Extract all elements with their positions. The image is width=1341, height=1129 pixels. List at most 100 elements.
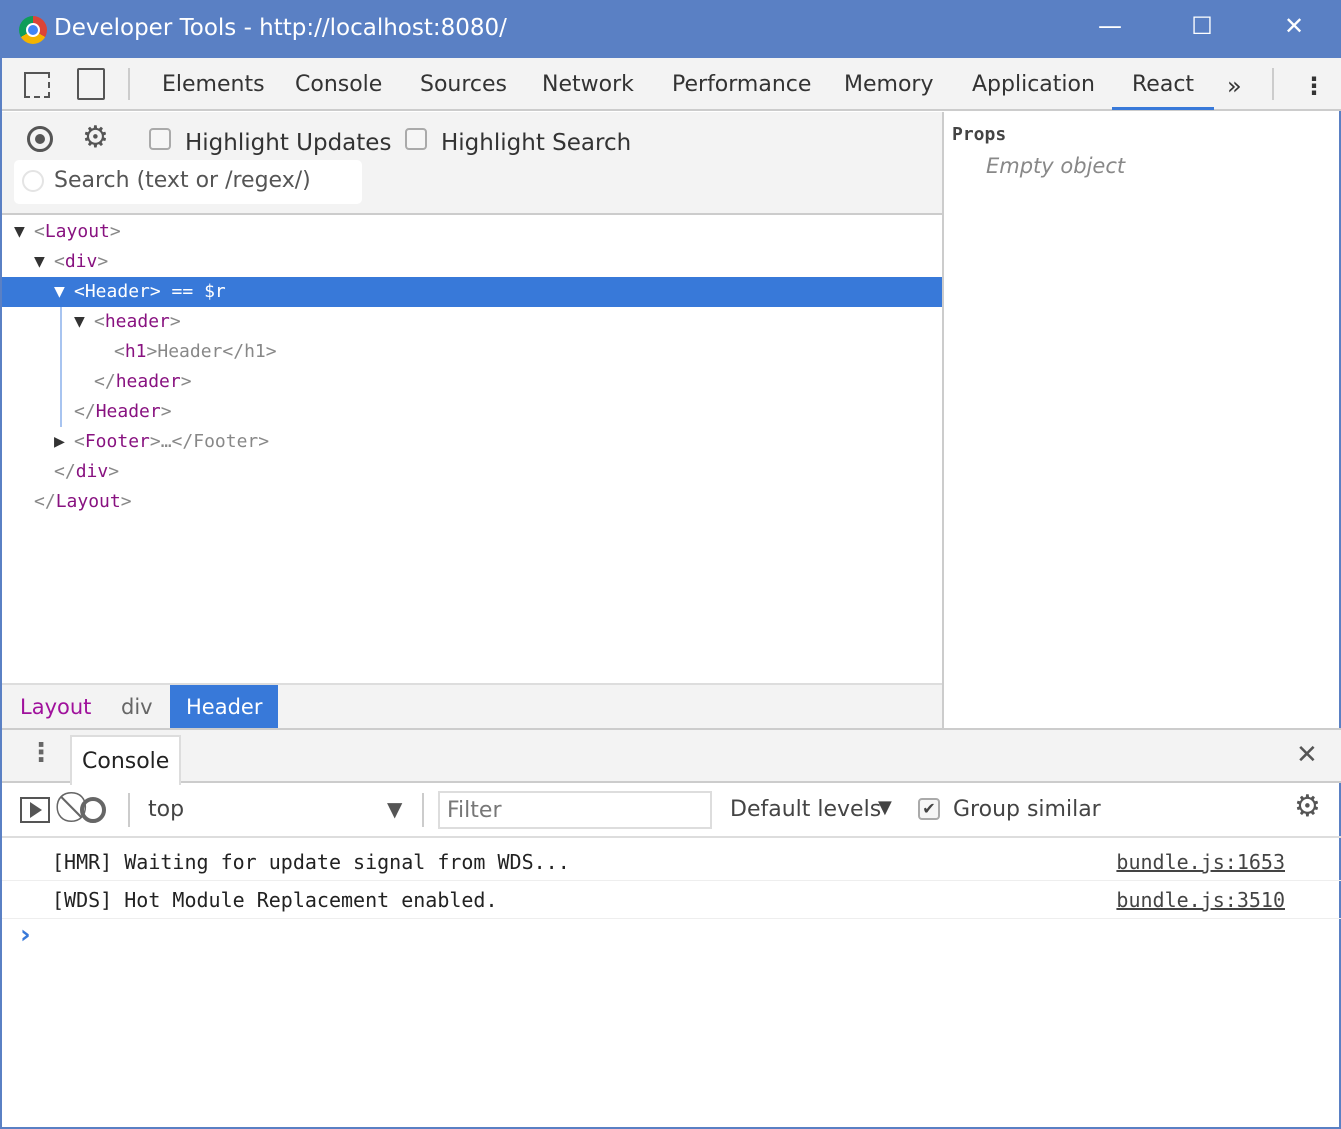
- tree-node-close: >: [146, 341, 158, 362]
- tab-performance[interactable]: Performance: [672, 72, 811, 97]
- window-title: Developer Tools - http://localhost:8080/: [54, 15, 507, 41]
- expand-arrow-icon[interactable]: ▼: [34, 247, 54, 277]
- console-prompt[interactable]: ›: [20, 920, 31, 950]
- component-search-input[interactable]: Search (text or /regex/): [14, 160, 362, 204]
- highlight-search-checkbox[interactable]: [405, 128, 427, 150]
- close-drawer-icon[interactable]: ✕: [1296, 740, 1318, 770]
- breadcrumb: Layout div Header: [2, 683, 942, 730]
- tree-node[interactable]: ▶ <Footer>…</Footer>: [2, 427, 942, 457]
- more-tabs-icon[interactable]: »: [1227, 72, 1242, 100]
- tree-node[interactable]: ▼ <Layout>: [2, 217, 942, 247]
- highlight-updates-label: Highlight Updates: [185, 130, 392, 156]
- tree-node-close: >: [109, 221, 121, 242]
- breadcrumb-layout[interactable]: Layout: [4, 685, 107, 730]
- tree-node-rest: == $r: [160, 281, 226, 302]
- settings-gear-icon[interactable]: ⚙: [82, 120, 109, 155]
- tab-react[interactable]: React: [1112, 72, 1215, 110]
- tree-node-tag: Header: [95, 401, 161, 422]
- tab-application[interactable]: Application: [972, 72, 1095, 97]
- title-bar: Developer Tools - http://localhost:8080/…: [2, 0, 1341, 58]
- props-title: Props: [952, 124, 1007, 145]
- tab-sources[interactable]: Sources: [420, 72, 507, 97]
- tree-node-tag: div: [75, 461, 109, 482]
- tree-node-tag: div: [64, 251, 98, 272]
- message-source-link[interactable]: bundle.js:3510: [1116, 881, 1285, 919]
- tree-node[interactable]: </Layout>: [2, 487, 942, 517]
- context-select[interactable]: top: [148, 797, 184, 822]
- group-similar-label: Group similar: [953, 797, 1101, 822]
- tree-node-close: >: [149, 431, 161, 452]
- group-similar-checkbox[interactable]: ✔: [918, 798, 940, 820]
- tree-node-tag: header: [115, 371, 181, 392]
- search-icon: [22, 170, 44, 192]
- tree-node-open: <: [74, 431, 85, 452]
- tree-node-tag: Footer: [84, 431, 150, 452]
- tree-node-close: >: [149, 281, 161, 302]
- tree-node-rest: …</Footer>: [160, 431, 270, 452]
- drawer-tab-console[interactable]: Console: [70, 735, 182, 785]
- props-empty: Empty object: [986, 154, 1126, 178]
- inspect-element-icon[interactable]: [24, 72, 50, 98]
- tree-node-tag: Layout: [44, 221, 110, 242]
- tree-node[interactable]: ▼ <header>: [2, 307, 942, 337]
- console-settings-gear-icon[interactable]: ⚙: [1294, 789, 1321, 824]
- search-placeholder: Search (text or /regex/): [54, 168, 311, 193]
- devtools-tab-bar: Elements Console Sources Network Perform…: [2, 58, 1341, 111]
- filter-input[interactable]: Filter: [438, 791, 712, 829]
- tree-node[interactable]: </Header>: [2, 397, 942, 427]
- tab-console[interactable]: Console: [295, 72, 382, 97]
- tree-node-open: </: [34, 491, 56, 512]
- message-text: [WDS] Hot Module Replacement enabled.: [52, 888, 498, 912]
- breadcrumb-div[interactable]: div: [105, 685, 169, 730]
- select-element-target-icon[interactable]: [27, 126, 53, 152]
- expand-arrow-icon[interactable]: ▼: [74, 307, 94, 337]
- tree-node-close: >: [160, 401, 172, 422]
- highlight-search-label: Highlight Search: [441, 130, 632, 156]
- chrome-logo-icon: [19, 16, 47, 44]
- minimize-button[interactable]: —: [1090, 12, 1130, 40]
- tree-node-close: >: [169, 311, 181, 332]
- tree-node[interactable]: ▼ <Header> == $r: [2, 277, 942, 307]
- selection-guide-line: [60, 307, 62, 427]
- tree-node-close: >: [108, 461, 120, 482]
- tree-node[interactable]: ▼ <div>: [2, 247, 942, 277]
- tree-node-open: <: [54, 251, 65, 272]
- message-text: [HMR] Waiting for update signal from WDS…: [52, 850, 570, 874]
- maximize-button[interactable]: ☐: [1182, 12, 1222, 40]
- clear-console-circle[interactable]: [80, 797, 106, 823]
- console-message: [HMR] Waiting for update signal from WDS…: [2, 843, 1341, 881]
- tree-node-tag: Header: [84, 281, 150, 302]
- highlight-updates-checkbox[interactable]: [149, 128, 171, 150]
- tree-node-open: <: [94, 311, 105, 332]
- react-toolbar: ⚙ Highlight Updates Highlight Search Sea…: [2, 112, 942, 215]
- breadcrumb-header[interactable]: Header: [170, 685, 279, 730]
- tree-node[interactable]: </header>: [2, 367, 942, 397]
- tab-elements[interactable]: Elements: [162, 72, 265, 97]
- customize-menu-icon[interactable]: ⋮: [1302, 72, 1326, 100]
- tab-memory[interactable]: Memory: [844, 72, 933, 97]
- tree-node-open: </: [94, 371, 116, 392]
- tree-node[interactable]: <h1>Header</h1>: [2, 337, 942, 367]
- close-window-button[interactable]: ✕: [1274, 12, 1314, 40]
- expand-arrow-icon[interactable]: ▼: [14, 217, 34, 247]
- tree-node-open: <: [74, 281, 85, 302]
- props-pane: Props Empty object: [944, 112, 1341, 728]
- tree-node-tag: Layout: [55, 491, 121, 512]
- log-levels-arrow-icon: ▼: [878, 797, 892, 818]
- log-levels-dropdown[interactable]: Default levels: [730, 797, 881, 822]
- tree-node-tag: h1: [124, 341, 147, 362]
- tree-node-close: >: [180, 371, 192, 392]
- tree-node-close: >: [97, 251, 109, 272]
- tab-network[interactable]: Network: [542, 72, 634, 97]
- drawer-menu-icon[interactable]: ⋮: [28, 738, 54, 768]
- tree-node[interactable]: </div>: [2, 457, 942, 487]
- tree-node-close: >: [120, 491, 132, 512]
- show-sidebar-icon[interactable]: [20, 797, 50, 823]
- context-dropdown-icon[interactable]: ▼: [387, 797, 402, 821]
- tree-node-rest: Header</h1>: [157, 341, 277, 362]
- message-source-link[interactable]: bundle.js:1653: [1116, 843, 1285, 881]
- expand-arrow-icon[interactable]: ▼: [54, 277, 74, 307]
- expand-arrow-icon[interactable]: ▶: [54, 427, 74, 457]
- device-toolbar-icon[interactable]: [77, 68, 105, 100]
- tree-node-open: </: [74, 401, 96, 422]
